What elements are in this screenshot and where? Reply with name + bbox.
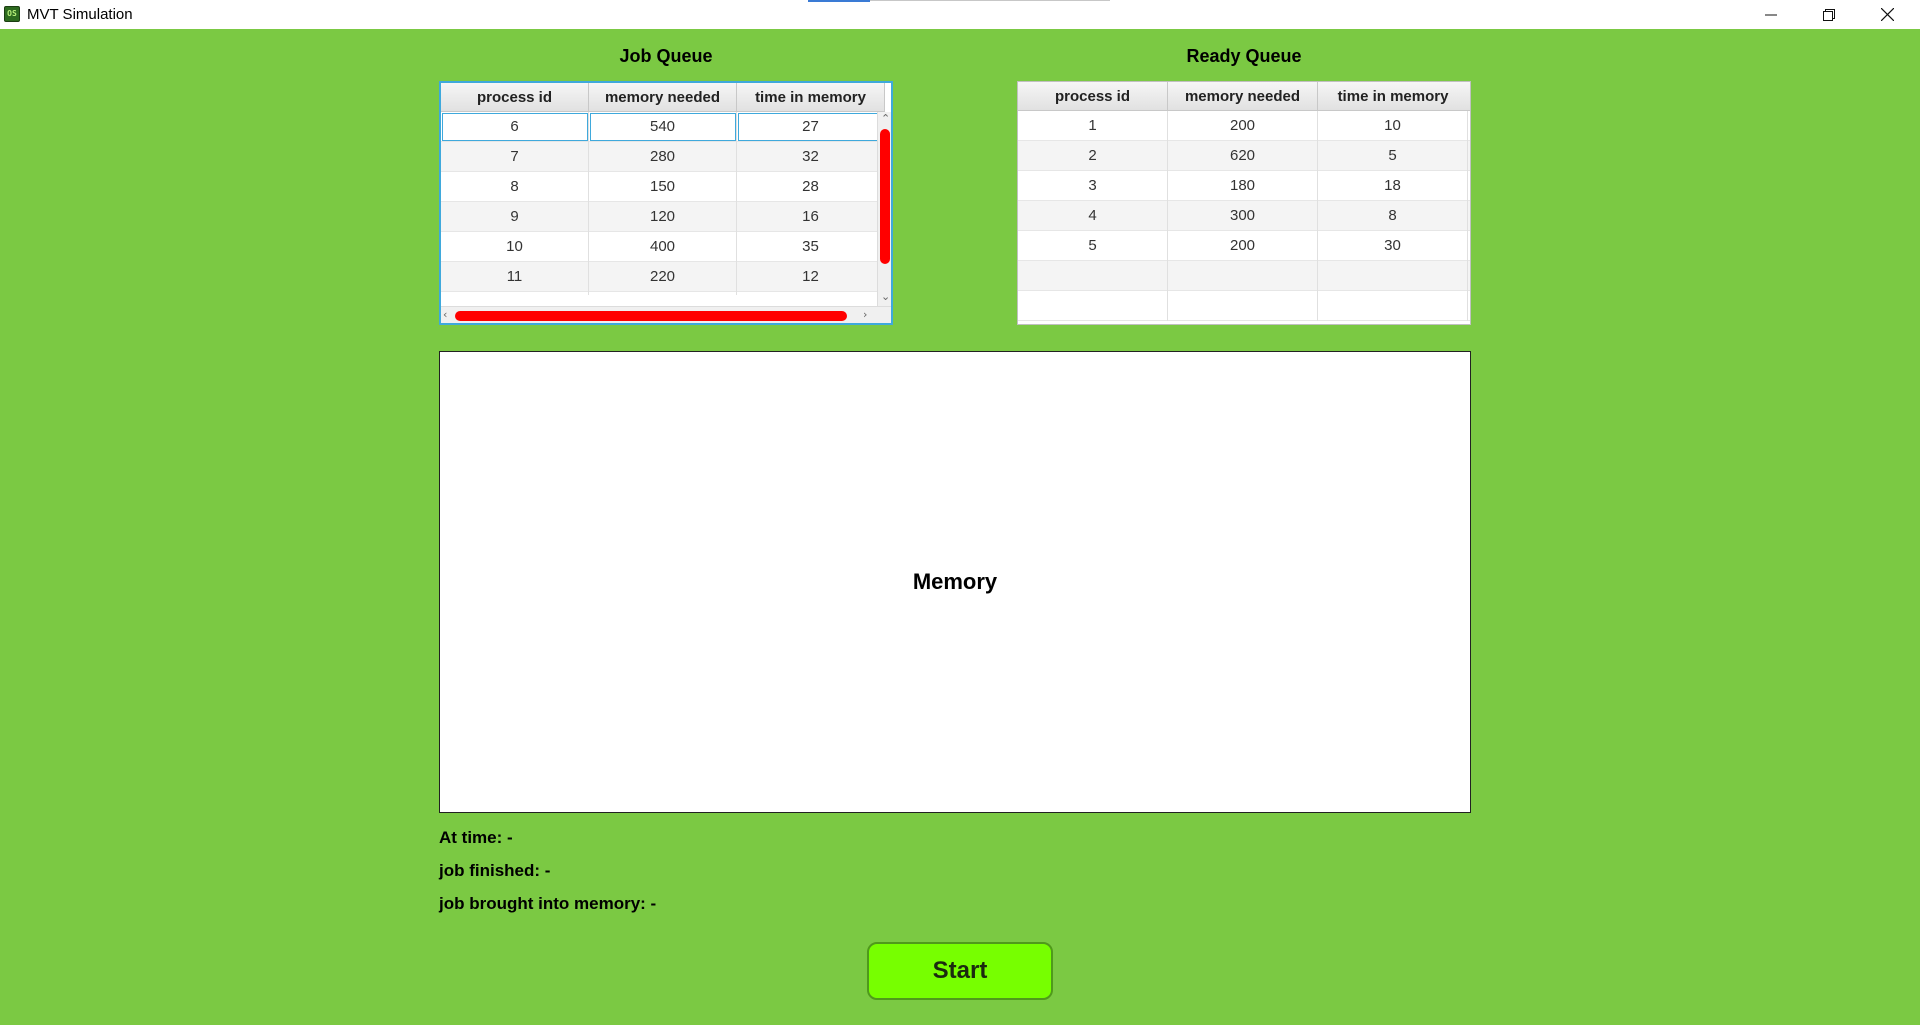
table-cell [1318,291,1468,321]
job-queue-header: process id memory needed time in memory [441,83,885,112]
table-row[interactable]: 10 400 35 [441,232,885,262]
table-cell: 10 [441,232,589,262]
window-title: MVT Simulation [27,6,133,23]
table-cell: 32 [737,142,885,172]
table-cell: 200 [1168,111,1318,141]
scroll-right-icon[interactable]: › [863,309,867,321]
job-queue-table[interactable]: process id memory needed time in memory … [439,81,893,325]
table-cell: 6 [441,112,589,142]
table-cell: 220 [589,262,737,292]
table-cell: 9 [441,202,589,232]
column-header-time-in-memory[interactable]: time in memory [737,83,885,112]
table-cell: 8 [441,172,589,202]
table-cell: 150 [589,172,737,202]
table-cell: 4 [1018,201,1168,231]
title-divider-line [870,0,1110,1]
title-accent-line [808,0,870,2]
horizontal-scrollbar[interactable]: ‹ › [441,306,891,323]
table-cell [1018,261,1168,291]
table-cell: 7 [441,142,589,172]
table-cell [1018,291,1168,321]
vertical-scrollbar[interactable]: ⌃ ⌄ [877,112,891,306]
table-cell: 50 [737,292,885,295]
table-cell: 28 [737,172,885,202]
table-cell: 120 [589,202,737,232]
table-cell: 100 [589,292,737,295]
table-cell: 540 [589,112,737,142]
start-button[interactable]: Start [867,942,1053,1000]
table-cell: 280 [589,142,737,172]
table-cell: 27 [737,112,885,142]
table-cell: 5 [1318,141,1468,171]
minimize-button[interactable] [1742,0,1800,29]
ready-queue-rows: 1 200 10 2 620 5 3 180 18 4 300 8 5 200 30 [1018,111,1470,321]
table-cell: 12 [737,262,885,292]
ready-queue-table[interactable]: process id memory needed time in memory … [1017,81,1471,325]
table-cell: 11 [441,262,589,292]
scroll-down-icon[interactable]: ⌄ [881,291,890,303]
restore-icon [1823,8,1835,21]
table-cell [1168,291,1318,321]
scroll-up-icon[interactable]: ⌃ [881,113,890,125]
table-cell: 200 [1168,231,1318,261]
minimize-icon [1765,14,1777,15]
vertical-scroll-thumb[interactable] [880,129,890,264]
memory-label: Memory [912,569,998,594]
table-row[interactable] [1018,291,1470,321]
table-cell: 16 [737,202,885,232]
table-row[interactable]: 6 540 27 [441,112,885,142]
column-header-memory-needed[interactable]: memory needed [1168,82,1318,111]
table-row[interactable]: 3 180 18 [1018,171,1470,201]
table-cell: 2 [1018,141,1168,171]
column-header-process-id[interactable]: process id [1018,82,1168,111]
column-header-memory-needed[interactable]: memory needed [589,83,737,112]
app-icon: OS [4,6,20,22]
table-cell: 620 [1168,141,1318,171]
table-row[interactable]: 11 220 12 [441,262,885,292]
job-brought-status: job brought into memory: - [439,894,657,913]
column-header-process-id[interactable]: process id [441,83,589,112]
table-row[interactable]: 5 200 30 [1018,231,1470,261]
at-time-status: At time: - [439,828,513,847]
table-cell: 10 [1318,111,1468,141]
table-cell: 3 [1018,171,1168,201]
table-row[interactable]: 4 300 8 [1018,201,1470,231]
title-bar: OS MVT Simulation [0,0,1920,29]
table-row[interactable]: 7 280 32 [441,142,885,172]
table-cell: 12 [441,292,589,295]
ready-queue-header: process id memory needed time in memory [1018,82,1470,111]
table-cell: 18 [1318,171,1468,201]
horizontal-scroll-thumb[interactable] [455,311,847,321]
table-row[interactable]: 8 150 28 [441,172,885,202]
job-queue-title: Job Queue [619,46,713,66]
table-row[interactable]: 1210050 [441,292,885,295]
job-finished-status: job finished: - [439,861,551,880]
column-header-time-in-memory[interactable]: time in memory [1318,82,1468,111]
scroll-left-icon[interactable]: ‹ [443,309,447,321]
close-icon [1880,8,1894,21]
table-cell: 30 [1318,231,1468,261]
table-row[interactable] [1018,261,1470,291]
table-row[interactable]: 9 120 16 [441,202,885,232]
close-button[interactable] [1858,0,1916,29]
table-row[interactable]: 2 620 5 [1018,141,1470,171]
job-queue-rows: 6540277280328150289120161040035112201212… [441,112,885,295]
table-cell: 1 [1018,111,1168,141]
table-cell: 8 [1318,201,1468,231]
table-row[interactable]: 1 200 10 [1018,111,1470,141]
memory-panel: Memory [439,351,1471,813]
ready-queue-title: Ready Queue [1186,46,1302,66]
restore-button[interactable] [1800,0,1858,29]
table-cell [1318,261,1468,291]
table-cell [1168,261,1318,291]
table-cell: 35 [737,232,885,262]
table-cell: 400 [589,232,737,262]
table-cell: 180 [1168,171,1318,201]
table-cell: 5 [1018,231,1168,261]
table-cell: 300 [1168,201,1318,231]
